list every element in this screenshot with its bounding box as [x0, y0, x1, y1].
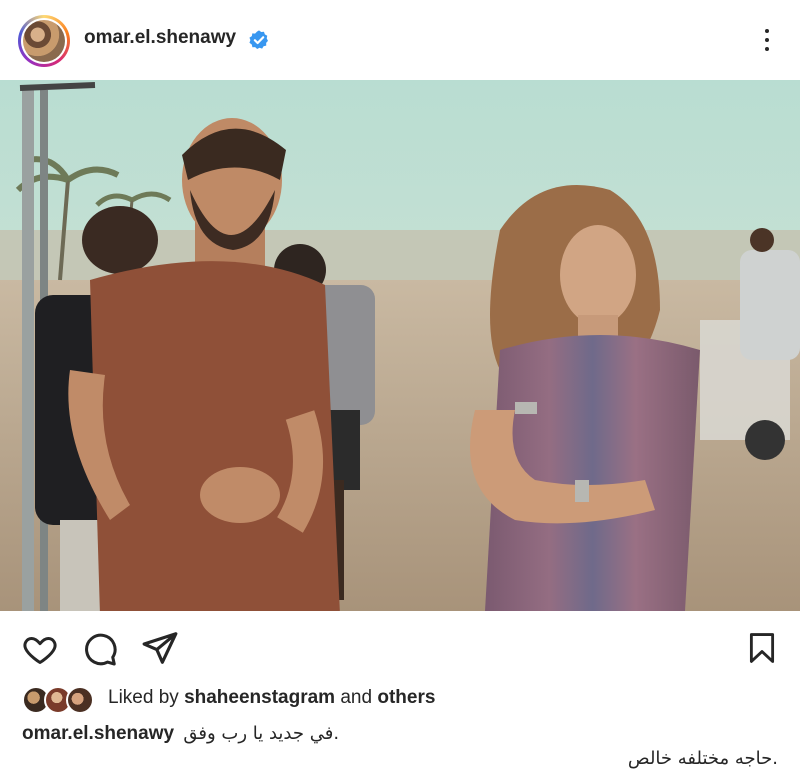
post-caption: omar.el.shenawy .في جديد يا رب وفق	[22, 723, 339, 745]
post-photo[interactable]	[0, 80, 800, 611]
post-header: omar.el.shenawy	[0, 0, 800, 80]
likes-summary[interactable]: Liked by shaheenstagram and others	[108, 687, 435, 709]
heart-outline-icon[interactable]	[22, 631, 58, 667]
more-options-button[interactable]	[757, 26, 777, 56]
post-actions	[0, 611, 800, 681]
likes-others[interactable]: others	[377, 687, 435, 708]
liker-avatar	[66, 686, 94, 714]
bookmark-icon[interactable]	[745, 629, 779, 667]
likes-row: Liked by shaheenstagram and others	[22, 684, 782, 714]
likes-prefix: Liked by	[108, 687, 179, 708]
movie-set-photo	[0, 80, 800, 611]
likes-and: and	[340, 687, 373, 708]
liker-username[interactable]: shaheenstagram	[184, 687, 335, 708]
caption-text-line2: .حاجه مختلفه خالص	[627, 748, 778, 769]
post-username[interactable]: omar.el.shenawy	[84, 27, 236, 49]
liker-avatars[interactable]	[22, 686, 98, 714]
verified-badge-icon	[249, 30, 268, 49]
profile-avatar[interactable]	[18, 15, 70, 67]
avatar-image	[23, 20, 65, 62]
caption-username[interactable]: omar.el.shenawy	[22, 723, 174, 744]
caption-text-line1: .في جديد يا رب وفق	[183, 723, 340, 744]
paper-plane-icon[interactable]	[141, 629, 179, 667]
comment-bubble-icon[interactable]	[82, 631, 118, 667]
